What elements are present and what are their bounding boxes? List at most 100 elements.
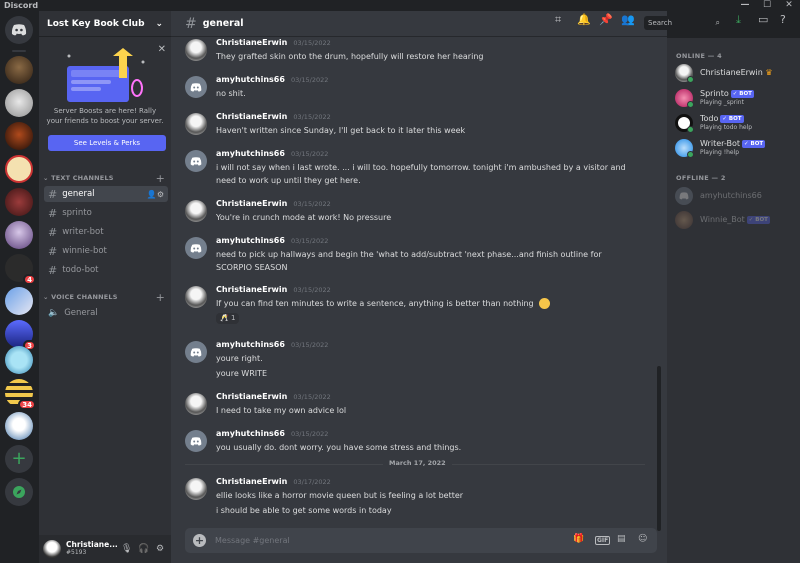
message-author[interactable]: ChristianeErwin	[216, 199, 287, 208]
message-author[interactable]: ChristianeErwin	[216, 477, 287, 486]
message-author[interactable]: ChristianeErwin	[216, 112, 287, 121]
channel-sidebar: Lost Key Book Club ⌄ ✕ Server Boosts are…	[39, 11, 171, 563]
avatar[interactable]	[185, 39, 207, 61]
channel-sprinto[interactable]: # sprinto	[44, 205, 168, 221]
server-icon-11[interactable]: 34	[5, 379, 36, 410]
plus-icon: +	[5, 445, 33, 473]
inbox-icon[interactable]: ▭	[758, 13, 768, 26]
server-icon-8[interactable]	[5, 287, 33, 315]
member-item[interactable]: Todo ✓ BOT Playing todo help	[675, 113, 795, 133]
gif-button[interactable]: GIF	[595, 536, 611, 545]
minimize-button[interactable]: —	[734, 0, 756, 11]
chat-area: # general ChristianeErwin 03/15/2022 They…	[171, 11, 667, 563]
message-input[interactable]: Message #general	[215, 528, 290, 553]
crown-icon: ♛	[765, 68, 773, 77]
message-author[interactable]: amyhutchins66	[216, 340, 285, 349]
avatar[interactable]	[185, 286, 207, 308]
message-timestamp: 03/17/2022	[293, 478, 331, 486]
message-author[interactable]: ChristianeErwin	[216, 285, 287, 294]
message-author[interactable]: ChristianeErwin	[216, 38, 287, 47]
close-window-button[interactable]: ✕	[778, 0, 800, 11]
server-icon-12[interactable]	[5, 412, 33, 440]
member-item[interactable]: ChristianeErwin ♛	[675, 63, 795, 83]
help-icon[interactable]: ?	[780, 13, 786, 26]
member-item[interactable]: Winnie_Bot ✓ BOT	[675, 210, 795, 230]
server-icon-10[interactable]	[5, 346, 33, 374]
online-status-icon	[687, 76, 694, 83]
app-title: Discord	[4, 1, 39, 10]
sticker-icon[interactable]: ▤	[617, 534, 626, 544]
boost-promo: ✕ Server Boosts are here! Rally your fri…	[39, 38, 171, 163]
message-author[interactable]: ChristianeErwin	[216, 392, 287, 401]
headphones-icon[interactable]: 🎧	[138, 544, 149, 554]
discord-default-avatar-icon[interactable]	[185, 150, 207, 172]
boost-text: Server Boosts are here! Rally your frien…	[46, 107, 164, 125]
avatar[interactable]	[185, 113, 207, 135]
category-voice-channels[interactable]: ⌄ VOICE CHANNELS +	[43, 291, 167, 304]
channel-winnie-bot[interactable]: # winnie-bot	[44, 243, 168, 259]
pin-icon[interactable]: 📌	[599, 13, 613, 26]
add-server-button[interactable]: +	[5, 445, 33, 473]
discord-default-avatar-icon[interactable]	[185, 237, 207, 259]
hash-icon: #	[48, 263, 58, 277]
gift-icon[interactable]: 🎁	[573, 534, 584, 544]
message-timestamp: 03/15/2022	[293, 39, 331, 47]
message-timestamp: 03/15/2022	[290, 237, 329, 245]
create-channel-plus-icon[interactable]: +	[156, 291, 165, 304]
explore-servers-button[interactable]	[5, 478, 33, 506]
server-icon-9[interactable]: 3	[5, 320, 36, 351]
message-author[interactable]: amyhutchins66	[216, 149, 285, 158]
server-icon-2[interactable]	[5, 89, 33, 117]
discord-default-avatar-icon[interactable]	[185, 76, 207, 98]
home-button[interactable]	[5, 16, 33, 44]
download-icon[interactable]: ⤓	[736, 13, 741, 27]
channel-general[interactable]: # general 👤⚙	[44, 186, 168, 202]
message-text: need to pick up hallways and begin the '…	[216, 250, 602, 272]
emoji-icon[interactable]: ☺	[638, 534, 647, 544]
scrollbar[interactable]	[657, 366, 661, 531]
message-author[interactable]: amyhutchins66	[216, 429, 285, 438]
channel-settings-icons[interactable]: 👤⚙	[147, 190, 164, 199]
unread-badge: 4	[23, 274, 36, 285]
message-author[interactable]: amyhutchins66	[216, 75, 285, 84]
voice-channel-general[interactable]: 🔈 General	[44, 305, 168, 321]
channel-writer-bot[interactable]: # writer-bot	[44, 224, 168, 240]
channel-todo-bot[interactable]: # todo-bot	[44, 262, 168, 278]
member-list-icon[interactable]: 👥	[621, 13, 635, 26]
server-icon-6[interactable]	[5, 221, 33, 249]
close-icon[interactable]: ✕	[158, 44, 166, 55]
server-icon-3[interactable]	[5, 122, 33, 150]
avatar[interactable]	[185, 393, 207, 415]
gear-icon[interactable]: ⚙	[156, 544, 164, 554]
message-composer[interactable]: + Message #general 🎁 GIF ▤ ☺	[185, 528, 657, 553]
member-item[interactable]: Sprinto ✓ BOT Playing _sprint	[675, 88, 795, 108]
avatar[interactable]	[43, 540, 61, 558]
maximize-button[interactable]: ☐	[756, 0, 778, 11]
search-icon: ⌕	[715, 18, 720, 27]
message-author[interactable]: amyhutchins66	[216, 236, 285, 245]
attach-plus-icon[interactable]: +	[193, 534, 206, 547]
server-header[interactable]: Lost Key Book Club ⌄	[39, 11, 171, 37]
search-input[interactable]: Search ⌕	[644, 16, 724, 30]
member-item[interactable]: amyhutchins66	[675, 186, 795, 206]
create-channel-plus-icon[interactable]: +	[156, 172, 165, 185]
bell-icon[interactable]: 🔔	[577, 13, 591, 26]
server-icon-5[interactable]	[5, 188, 33, 216]
avatar[interactable]	[185, 200, 207, 222]
threads-icon[interactable]: ⌗	[555, 13, 561, 27]
mute-microphone-icon[interactable]: 🎙	[121, 544, 132, 554]
server-icon-the-writers-block[interactable]: 4	[5, 254, 36, 285]
message-timestamp: 03/15/2022	[290, 430, 329, 438]
server-icon-4[interactable]	[5, 155, 33, 183]
category-label: VOICE CHANNELS	[51, 293, 118, 301]
discord-default-avatar-icon[interactable]	[185, 430, 207, 452]
member-item[interactable]: Writer-Bot ✓ BOT Playing !help	[675, 138, 795, 158]
discord-default-avatar-icon	[675, 187, 693, 205]
bot-tag: ✓ BOT	[720, 114, 744, 123]
reaction-pill[interactable]: 🥂 1	[216, 312, 240, 324]
server-icon-1[interactable]	[5, 56, 33, 84]
see-levels-perks-button[interactable]: See Levels & Perks	[48, 135, 166, 151]
category-text-channels[interactable]: ⌄ TEXT CHANNELS +	[43, 172, 167, 185]
discord-default-avatar-icon[interactable]	[185, 341, 207, 363]
avatar[interactable]	[185, 478, 207, 500]
